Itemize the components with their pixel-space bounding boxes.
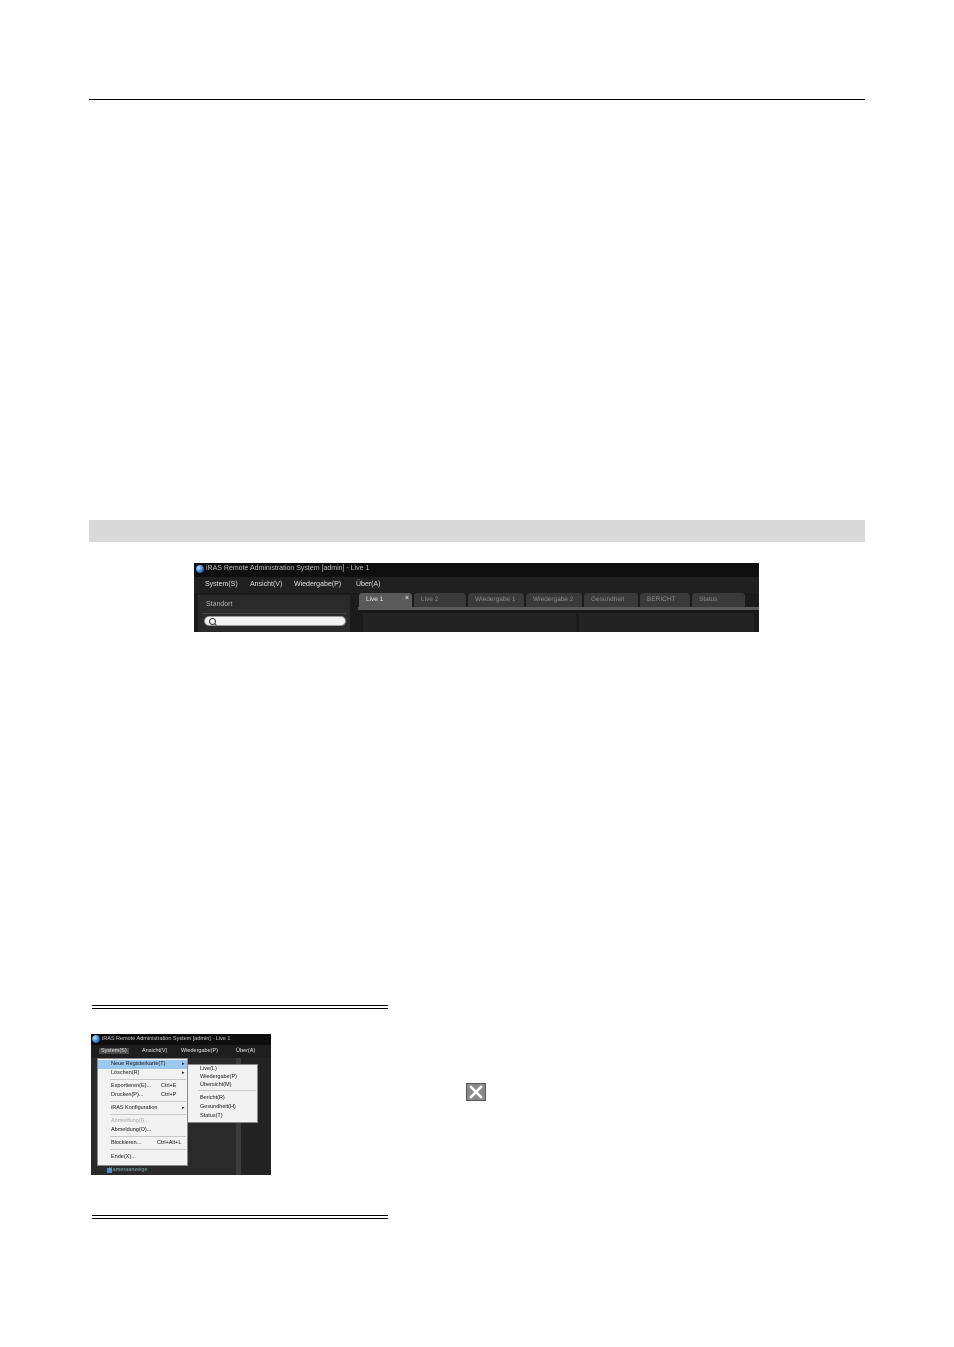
menu-ueber[interactable]: Über(A)	[356, 581, 381, 588]
menu-divider	[110, 1114, 186, 1115]
menu-item-label: Blockieren...	[111, 1140, 142, 1146]
menu-divider	[198, 1090, 256, 1091]
menu-wiedergabe[interactable]: Wiedergabe(P)	[294, 581, 341, 588]
submenu-arrow-icon: ▸	[182, 1061, 185, 1067]
tab-status[interactable]: Status	[692, 593, 745, 607]
app-globe-icon	[92, 1035, 100, 1043]
submenu-arrow-icon: ▸	[182, 1105, 185, 1111]
menu-item-export[interactable]: Exportieren(E)... Ctrl+E	[98, 1082, 187, 1091]
screenshot-main-window: iRAS Remote Administration System [admin…	[194, 563, 759, 632]
menu-item-exit[interactable]: Ende(X)...	[98, 1153, 187, 1162]
header-rule	[89, 99, 865, 100]
app-globe-icon	[196, 565, 204, 573]
submenu-item-live[interactable]: Live(L)	[200, 1066, 217, 1072]
tree-item-label[interactable]: Kameraanzeige	[109, 1167, 148, 1173]
menu-divider	[110, 1136, 186, 1137]
tab-strip: Live 1 × Live 2 Wiedergabe 1 Wiedergabe …	[358, 593, 759, 607]
submenu-item-health[interactable]: Gesundheit(H)	[200, 1104, 236, 1110]
menu-ueber[interactable]: Über(A)	[236, 1048, 255, 1054]
menu-item-login[interactable]: Anmeldung(I)...	[98, 1117, 187, 1126]
sidebar-title: Standort	[206, 601, 233, 608]
double-rule-bottom	[92, 1215, 388, 1219]
submenu-arrow-icon: ▸	[182, 1070, 185, 1076]
menu-item-label: Neue Registerkarte(T)	[111, 1061, 166, 1067]
new-tab-submenu: Live(L) Wiedergabe(P) Übersicht(M) Beric…	[187, 1064, 258, 1123]
submenu-item-overview[interactable]: Übersicht(M)	[200, 1082, 231, 1088]
tab-wiedergabe-1[interactable]: Wiedergabe 1	[468, 593, 524, 607]
menu-item-label: Exportieren(E)...	[111, 1083, 152, 1089]
video-pane[interactable]	[579, 613, 754, 632]
menu-ansicht[interactable]: Ansicht(V)	[250, 581, 282, 588]
menu-bar: System(S) Ansicht(V) Wiedergabe(P) Über(…	[194, 577, 759, 593]
title-bar: iRAS Remote Administration System [admin…	[91, 1034, 271, 1045]
submenu-item-status[interactable]: Status(T)	[200, 1113, 223, 1119]
menu-item-label: Anmeldung(I)...	[111, 1118, 149, 1124]
menu-bar: System(S) Ansicht(V) Wiedergabe(P) Über(…	[91, 1045, 271, 1058]
menu-item-new-tab[interactable]: Neue Registerkarte(T) ▸	[98, 1060, 187, 1069]
section-heading-bar	[89, 520, 865, 542]
sidebar-divider	[202, 613, 346, 614]
system-dropdown-menu: Neue Registerkarte(T) ▸ Löschen(R) ▸ Exp…	[97, 1058, 188, 1166]
double-rule-top	[92, 1005, 388, 1009]
menu-item-label: Löschen(R)	[111, 1070, 140, 1076]
screenshot-system-menu: iRAS Remote Administration System [admin…	[91, 1034, 271, 1175]
menu-item-print[interactable]: Drucken(P)... Ctrl+P	[98, 1091, 187, 1100]
submenu-item-report[interactable]: Bericht(R)	[200, 1095, 225, 1101]
menu-item-shortcut: Ctrl+P	[161, 1092, 177, 1098]
search-icon	[209, 618, 216, 625]
menu-item-lock[interactable]: Blockieren... Ctrl+Alt+L	[98, 1139, 187, 1148]
title-bar: iRAS Remote Administration System [admin…	[194, 563, 759, 577]
tab-wiedergabe-2[interactable]: Wiedergabe 2	[526, 593, 582, 607]
menu-item-iras-config[interactable]: iRAS Konfiguration ▸	[98, 1104, 187, 1113]
menu-system[interactable]: System(S)	[205, 581, 238, 588]
window-title: iRAS Remote Administration System [admin…	[206, 565, 370, 572]
menu-item-shortcut: Ctrl+E	[161, 1083, 177, 1089]
menu-wiedergabe[interactable]: Wiedergabe(P)	[181, 1048, 218, 1054]
menu-item-logout[interactable]: Abmeldung(O)...	[98, 1126, 187, 1135]
close-x-glyph	[469, 1085, 483, 1099]
menu-item-label: Drucken(P)...	[111, 1092, 144, 1098]
close-tab-icon[interactable]: ×	[405, 595, 409, 602]
live-view-area	[358, 607, 759, 632]
site-sidebar: Standort	[198, 595, 350, 632]
video-pane[interactable]	[363, 613, 576, 632]
menu-item-shortcut: Ctrl+Alt+L	[157, 1140, 182, 1146]
menu-divider	[110, 1101, 186, 1102]
menu-item-delete[interactable]: Löschen(R) ▸	[98, 1069, 187, 1078]
menu-system[interactable]: System(S)	[99, 1048, 129, 1054]
menu-item-label: Ende(X)...	[111, 1154, 136, 1160]
site-search-input[interactable]	[204, 616, 346, 626]
menu-divider	[110, 1079, 186, 1080]
tab-label: Live 1	[366, 596, 384, 603]
menu-ansicht[interactable]: Ansicht(V)	[142, 1048, 167, 1054]
tab-live-2[interactable]: Live 2	[414, 593, 466, 607]
menu-item-label: Abmeldung(O)...	[111, 1127, 152, 1133]
menu-item-label: iRAS Konfiguration	[111, 1105, 158, 1111]
close-icon	[466, 1083, 486, 1101]
tab-gesundheit[interactable]: Gesundheit	[584, 593, 638, 607]
tab-bericht[interactable]: BERICHT	[640, 593, 690, 607]
tab-live-1[interactable]: Live 1 ×	[359, 593, 412, 607]
window-title: iRAS Remote Administration System [admin…	[102, 1036, 231, 1042]
menu-divider	[110, 1149, 186, 1150]
submenu-item-playback[interactable]: Wiedergabe(P)	[200, 1074, 237, 1080]
